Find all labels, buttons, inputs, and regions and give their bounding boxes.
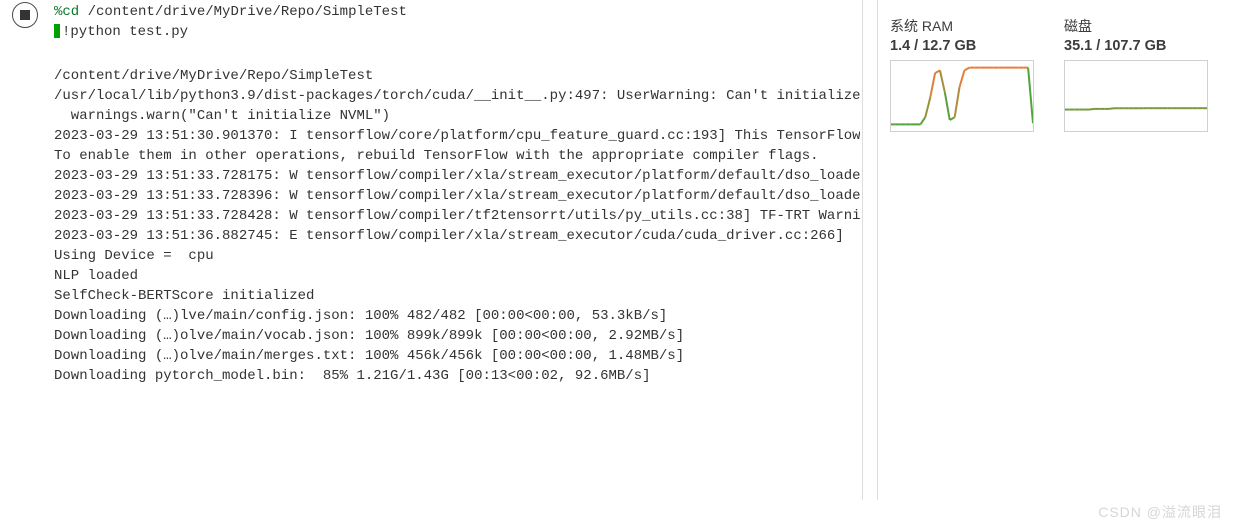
output-line: /usr/local/lib/python3.9/dist-packages/t… bbox=[54, 86, 856, 106]
ram-title: 系统 RAM bbox=[890, 16, 1040, 36]
code-cell-input[interactable]: %cd /content/drive/MyDrive/Repo/SimpleTe… bbox=[50, 0, 860, 46]
output-line: Downloading (…)olve/main/vocab.json: 100… bbox=[54, 326, 856, 346]
output-line: 2023-03-29 13:51:36.882745: E tensorflow… bbox=[54, 226, 856, 246]
cursor-icon bbox=[54, 24, 60, 38]
output-line: 2023-03-29 13:51:30.901370: I tensorflow… bbox=[54, 126, 856, 146]
disk-card: 磁盘 35.1 / 107.7 GB bbox=[1064, 16, 1214, 132]
output-line: Downloading pytorch_model.bin: 85% 1.21G… bbox=[54, 366, 856, 386]
cd-path: /content/drive/MyDrive/Repo/SimpleTest bbox=[88, 4, 407, 20]
disk-value: 35.1 / 107.7 GB bbox=[1064, 38, 1214, 54]
output-line: NLP loaded bbox=[54, 266, 856, 286]
magic-command: %cd bbox=[54, 4, 79, 20]
output-line: Downloading (…)lve/main/config.json: 100… bbox=[54, 306, 856, 326]
ram-chart bbox=[890, 60, 1034, 132]
disk-chart bbox=[1064, 60, 1208, 132]
pane-divider[interactable] bbox=[862, 0, 878, 500]
output-line: 2023-03-29 13:51:33.728428: W tensorflow… bbox=[54, 206, 856, 226]
output-line: SelfCheck-BERTScore initialized bbox=[54, 286, 856, 306]
shell-command: !python bbox=[62, 24, 121, 40]
ram-value: 1.4 / 12.7 GB bbox=[890, 38, 1040, 54]
stop-execution-button[interactable] bbox=[12, 2, 38, 28]
output-line: warnings.warn("Can't initialize NVML") bbox=[54, 106, 856, 126]
output-line: 2023-03-29 13:51:33.728175: W tensorflow… bbox=[54, 166, 856, 186]
watermark: CSDN @溢流眼泪 bbox=[1098, 502, 1222, 522]
output-line: /content/drive/MyDrive/Repo/SimpleTest bbox=[54, 66, 856, 86]
output-line: Downloading (…)olve/main/merges.txt: 100… bbox=[54, 346, 856, 366]
output-line: 2023-03-29 13:51:33.728396: W tensorflow… bbox=[54, 186, 856, 206]
ram-card: 系统 RAM 1.4 / 12.7 GB bbox=[890, 16, 1040, 132]
cell-output[interactable]: /content/drive/MyDrive/Repo/SimpleTest/u… bbox=[50, 46, 860, 532]
output-line: Using Device = cpu bbox=[54, 246, 856, 266]
stop-icon bbox=[20, 10, 30, 20]
disk-title: 磁盘 bbox=[1064, 16, 1214, 36]
output-line: To enable them in other operations, rebu… bbox=[54, 146, 856, 166]
shell-args: test.py bbox=[129, 24, 188, 40]
